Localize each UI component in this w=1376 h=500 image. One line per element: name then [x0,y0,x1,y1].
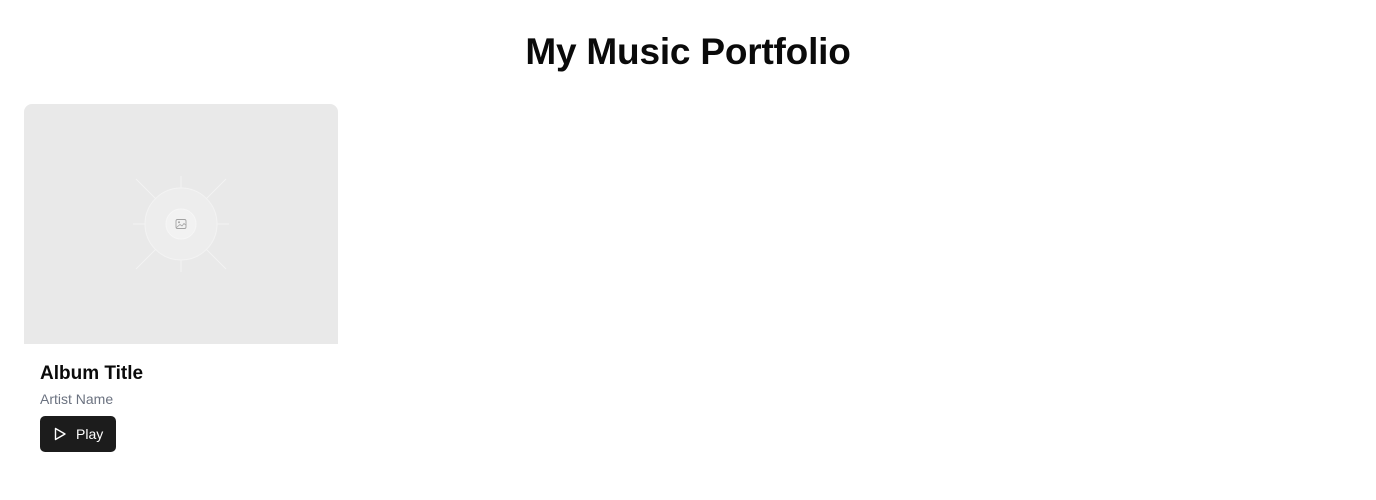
album-info: Album Title Artist Name [40,362,322,408]
page: My Music Portfolio Album Title Artist Na… [0,0,1376,500]
artist-name: Artist Name [40,391,114,407]
album-cover[interactable] [24,104,338,344]
play-icon [53,427,67,441]
album-card[interactable]: Album Title Artist Name Play [24,104,338,468]
album-title: Album Title [40,363,144,384]
play-button-label: Play [76,426,104,442]
page-title: My Music Portfolio [525,31,851,72]
play-button[interactable]: Play [40,416,116,452]
image-placeholder-icon [133,176,229,272]
